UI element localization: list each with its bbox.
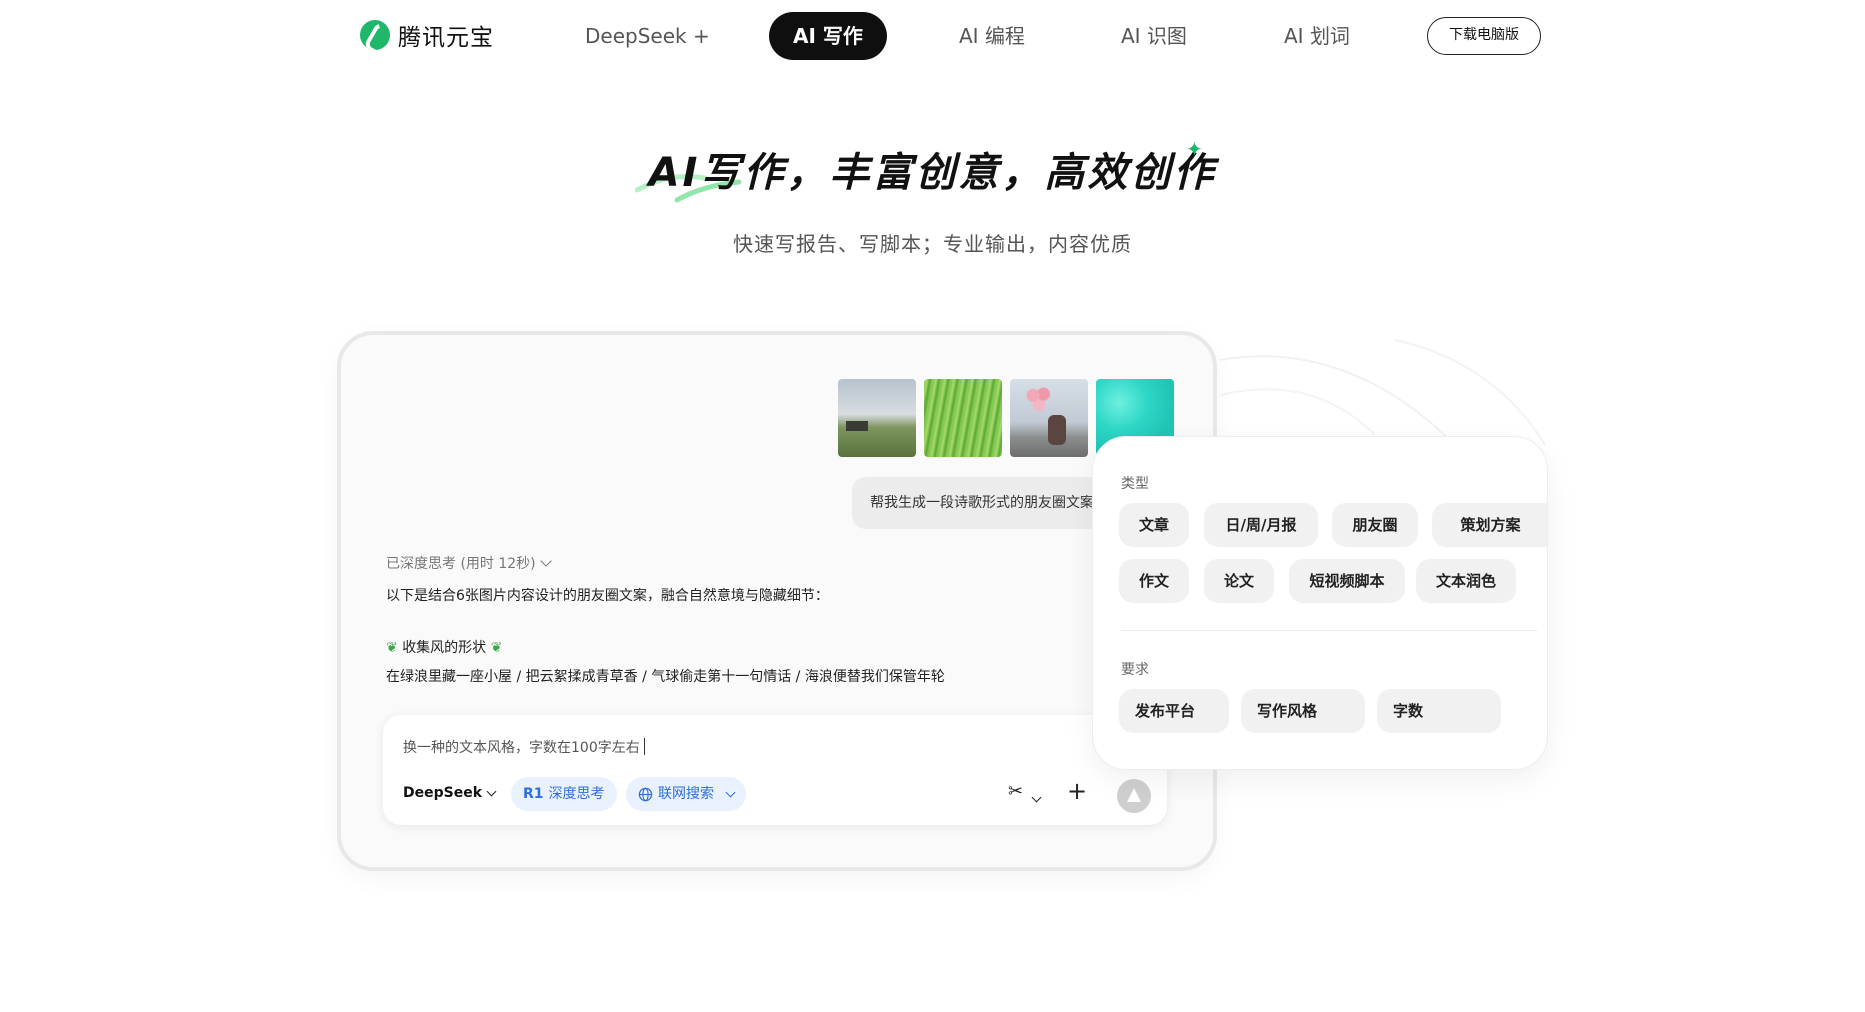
model-select-label: DeepSeek xyxy=(403,785,483,801)
poem-title: 收集风的形状 xyxy=(402,640,487,656)
type-chip-moments[interactable]: 朋友圈 xyxy=(1332,503,1418,547)
nav-item-ai-image[interactable]: AI 识图 xyxy=(1121,12,1187,60)
chat-input[interactable]: 换一种的文本风格，字数在100字左右 xyxy=(403,737,646,757)
model-select[interactable]: DeepSeek xyxy=(403,785,497,801)
type-chip-paper[interactable]: 论文 xyxy=(1204,559,1274,603)
type-chip-article[interactable]: 文章 xyxy=(1119,503,1189,547)
sparkle-icon: ✦ xyxy=(1186,137,1203,161)
nav-item-ai-coding[interactable]: AI 编程 xyxy=(959,12,1025,60)
nav-item-ai-writing[interactable]: AI 写作 xyxy=(769,12,887,60)
logo[interactable]: 腾讯元宝 xyxy=(360,18,494,52)
thinking-label: 已深度思考 (用时 12秒) xyxy=(386,556,536,572)
answer-intro: 以下是结合6张图片内容设计的朋友圈文案，融合自然意境与隐藏细节： xyxy=(386,588,829,604)
yuanbao-logo-icon xyxy=(360,20,390,50)
type-chip-polish[interactable]: 文本润色 xyxy=(1416,559,1516,603)
tools-dropdown[interactable] xyxy=(1031,785,1042,806)
poem-title-line: ❦ 收集风的形状 ❦ xyxy=(386,637,502,657)
chevron-down-icon xyxy=(725,787,736,797)
nav-item-deepseek[interactable]: DeepSeek + xyxy=(585,12,710,60)
leaf-icon: ❦ xyxy=(490,640,503,656)
type-chip-report[interactable]: 日/周/月报 xyxy=(1204,503,1318,547)
thinking-toggle[interactable]: 已深度思考 (用时 12秒) xyxy=(386,553,552,573)
chat-input-box: 换一种的文本风格，字数在100字左右 DeepSeek R1 深度思考 联网搜索… xyxy=(383,715,1167,825)
logo-text: 腾讯元宝 xyxy=(398,25,494,51)
download-desktop-button[interactable]: 下载电脑版 xyxy=(1427,17,1541,55)
section-divider xyxy=(1121,630,1537,631)
attached-image[interactable] xyxy=(838,379,916,457)
poem-line: 在绿浪里藏一座小屋 / 把云絮揉成青草香 / 气球偷走第十一句情话 / 海浪便替… xyxy=(386,669,945,685)
deep-think-button[interactable]: R1 深度思考 xyxy=(511,777,617,811)
hero-title: AI写作，丰富创意，高效创作 xyxy=(648,150,1217,196)
req-chip-style[interactable]: 写作风格 xyxy=(1241,689,1365,733)
chevron-down-icon xyxy=(1031,792,1042,803)
type-chip-essay[interactable]: 作文 xyxy=(1119,559,1189,603)
type-section-label: 类型 xyxy=(1121,476,1149,492)
send-button[interactable] xyxy=(1117,779,1151,813)
requirement-section-label: 要求 xyxy=(1121,662,1149,678)
globe-icon xyxy=(638,787,653,801)
nav-item-ai-highlight[interactable]: AI 划词 xyxy=(1284,12,1350,60)
top-nav: 腾讯元宝 DeepSeek + AI 写作 AI 编程 AI 识图 AI 划词 … xyxy=(0,0,1865,72)
type-chip-plan[interactable]: 策划方案 xyxy=(1432,503,1547,547)
req-chip-word-count[interactable]: 字数 xyxy=(1377,689,1501,733)
deep-think-icon: R1 xyxy=(523,786,544,802)
chevron-down-icon xyxy=(486,786,497,796)
scissors-icon[interactable]: ✂ xyxy=(1008,781,1023,802)
chevron-down-icon xyxy=(539,555,552,567)
web-search-button[interactable]: 联网搜索 xyxy=(626,777,746,811)
attached-image[interactable] xyxy=(924,379,1002,457)
req-chip-platform[interactable]: 发布平台 xyxy=(1119,689,1229,733)
web-search-label: 联网搜索 xyxy=(658,786,714,802)
writing-options-card: 类型 文章 日/周/月报 朋友圈 策划方案 作文 论文 短视频脚本 文本润色 要… xyxy=(1092,436,1548,770)
deep-think-label: 深度思考 xyxy=(548,786,605,802)
add-icon[interactable]: + xyxy=(1067,777,1087,805)
hero-subtitle: 快速写报告、写脚本；专业输出，内容优质 xyxy=(733,232,1132,256)
type-chip-video-script[interactable]: 短视频脚本 xyxy=(1289,559,1405,603)
attached-image[interactable] xyxy=(1010,379,1088,457)
leaf-icon: ❦ xyxy=(386,640,398,656)
chat-demo-card: 帮我生成一段诗歌形式的朋友圈文案 已深度思考 (用时 12秒) 以下是结合6张图… xyxy=(337,331,1222,871)
